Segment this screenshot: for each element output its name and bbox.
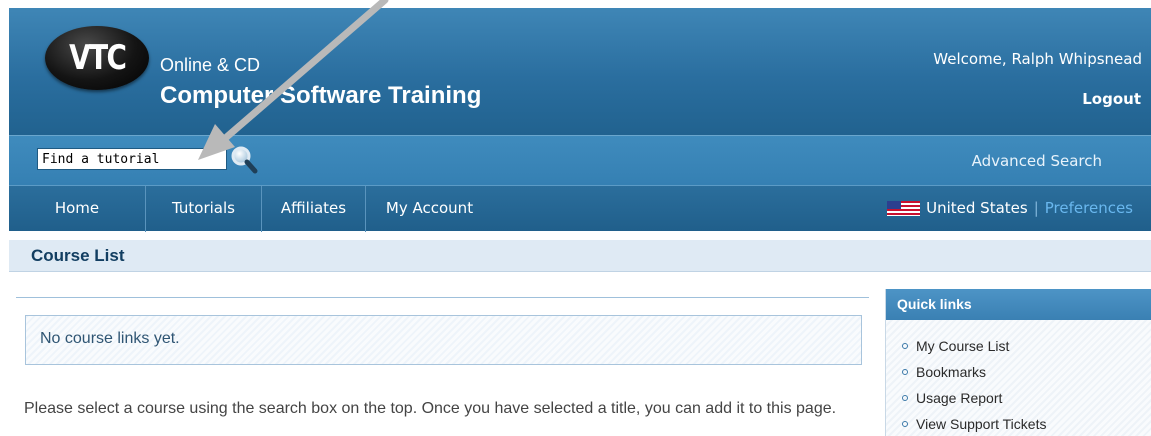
quick-link-view-support-tickets[interactable]: View Support Tickets [902,411,1046,436]
empty-state-box: No course links yet. [25,315,862,365]
quick-link-label[interactable]: My Course List [916,338,1009,354]
bullet-icon [902,369,908,375]
tagline-small: Online & CD [160,55,261,75]
preferences-link[interactable]: Preferences [1045,199,1133,217]
tagline-big: Computer Software Training [160,82,482,109]
magnifier-icon [231,146,258,174]
bullet-icon [902,421,908,427]
quick-links-title: Quick links [897,296,972,312]
quick-links-list: My Course List Bookmarks Usage Report Vi… [902,333,1046,436]
search-button[interactable] [229,144,259,176]
page-title: Course List [31,246,125,265]
quick-link-label[interactable]: Bookmarks [916,364,986,380]
empty-message: No course links yet. [40,330,180,347]
quick-link-label[interactable]: View Support Tickets [916,416,1046,432]
quick-link-bookmarks[interactable]: Bookmarks [902,359,1046,385]
course-list-header: Course List [9,240,1151,272]
nav-affiliates[interactable]: Affiliates [262,186,366,232]
nav-my-account[interactable]: My Account [366,186,493,232]
logo-text: VTC [68,38,127,78]
us-flag-icon [887,200,921,216]
welcome-message: Welcome, Ralph Whipsnead [933,50,1142,68]
nav-home[interactable]: Home [9,186,146,232]
quick-link-my-course-list[interactable]: My Course List [902,333,1046,359]
search-bar: Advanced Search [9,135,1151,185]
bullet-icon [902,343,908,349]
quick-link-label[interactable]: Usage Report [916,390,1002,406]
nav-tutorials[interactable]: Tutorials [146,186,262,232]
region-selector: United States | Preferences [887,199,1133,217]
instructions-text: Please select a course using the search … [24,400,837,417]
advanced-search-link[interactable]: Advanced Search [972,152,1102,170]
quick-links-panel: Quick links My Course List Bookmarks Usa… [885,289,1151,436]
logout-link[interactable]: Logout [1082,90,1141,108]
course-list-panel: No course links yet. Please select a cou… [16,297,869,436]
search-input[interactable] [37,148,227,170]
vtc-logo[interactable]: VTC [45,26,149,90]
quick-links-header: Quick links [886,289,1151,320]
quick-link-usage-report[interactable]: Usage Report [902,385,1046,411]
site-header: VTC Online & CD Computer Software Traini… [9,8,1151,135]
region-separator: | [1033,199,1039,217]
region-label[interactable]: United States [926,199,1028,217]
main-nav: Home Tutorials Affiliates My Account Uni… [9,185,1151,232]
bullet-icon [902,395,908,401]
